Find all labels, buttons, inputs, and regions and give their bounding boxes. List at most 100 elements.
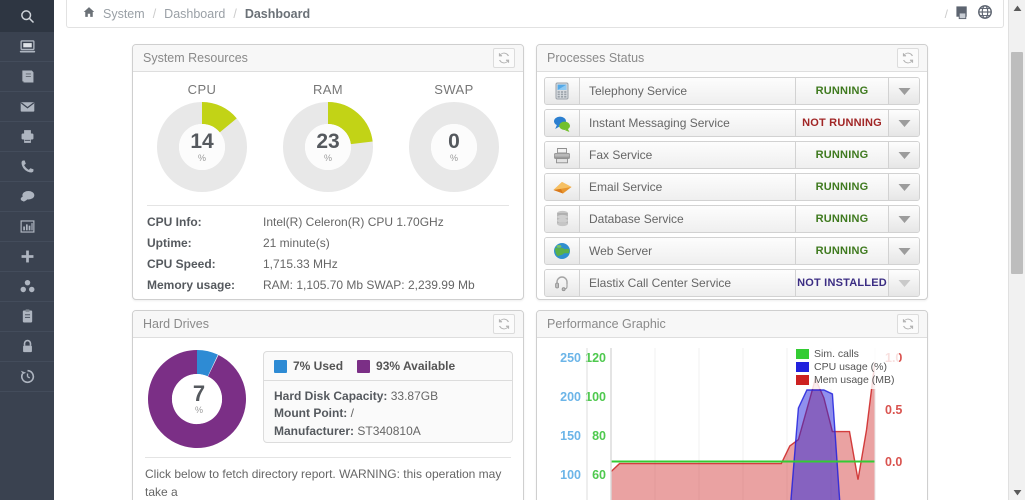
refresh-button-performance-graphic[interactable]	[897, 314, 919, 334]
system-info-row: Uptime: 21 minute(s)	[147, 236, 509, 250]
svg-text:120: 120	[585, 351, 606, 365]
refresh-button-hard-drives[interactable]	[493, 314, 515, 334]
sidebar-item-fax[interactable]	[0, 122, 54, 152]
home-icon[interactable]	[83, 6, 95, 21]
gauge-value-group: 23 %	[282, 101, 374, 193]
svg-text:0.0: 0.0	[885, 455, 902, 469]
window-icon[interactable]	[955, 5, 970, 23]
sidebar-item-im[interactable]	[0, 182, 54, 212]
chevron-down-icon[interactable]	[889, 174, 919, 200]
sidebar-item-extras[interactable]	[0, 242, 54, 272]
legend-label: CPU usage (%)	[814, 361, 887, 373]
panel-title: Processes Status	[547, 51, 645, 65]
svg-text:200: 200	[560, 390, 581, 404]
info-key: CPU Speed:	[147, 257, 216, 271]
lock-icon	[22, 339, 32, 353]
hard-drive-note: Click below to fetch directory report. W…	[145, 457, 511, 500]
bar-chart-icon	[20, 220, 34, 233]
breadcrumb: System / Dashboard / Dashboard	[67, 6, 945, 21]
info-value: 1,715.33 MHz	[263, 257, 338, 271]
legend-item: Sim. calls	[796, 348, 895, 360]
phone-icon	[21, 160, 33, 173]
table-row[interactable]: Email Service RUNNING	[544, 173, 920, 201]
chevron-down-icon[interactable]	[889, 206, 919, 232]
breadcrumb-item-2: Dashboard	[244, 6, 311, 21]
sidebar-item-system[interactable]	[0, 32, 54, 62]
legend-item-available: 93% Available	[357, 359, 455, 373]
gauge-donut: 14 %	[156, 101, 248, 193]
chevron-down-icon[interactable]	[889, 142, 919, 168]
donut-center: 7 %	[143, 347, 255, 451]
status-badge: NOT RUNNING	[796, 110, 889, 136]
sidebar-item-agenda[interactable]	[0, 62, 54, 92]
table-row[interactable]: Fax Service RUNNING	[544, 141, 920, 169]
gauge-ram: RAM 23 %	[272, 82, 384, 193]
table-row[interactable]: Web Server RUNNING	[544, 237, 920, 265]
sidebar-item-pbx[interactable]	[0, 152, 54, 182]
scroll-up-button[interactable]	[1009, 0, 1025, 16]
table-row[interactable]: Elastix Call Center Service NOT INSTALLE…	[544, 269, 920, 297]
panel-header: Hard Drives	[133, 311, 523, 338]
breadcrumb-separator: /	[233, 6, 237, 21]
chevron-down-icon[interactable]	[889, 110, 919, 136]
sidebar-item-reports[interactable]	[0, 212, 54, 242]
system-info-row: CPU Info: Intel(R) Celeron(R) CPU 1.70GH…	[147, 215, 509, 229]
chevron-down-icon[interactable]	[889, 78, 919, 104]
gauge-unit: %	[323, 153, 332, 163]
table-row[interactable]: Instant Messaging Service NOT RUNNING	[544, 109, 920, 137]
sidebar-item-addons[interactable]	[0, 272, 54, 302]
fact-row: Manufacturer: ST340810A	[274, 423, 502, 440]
chart-legend: Sim. calls CPU usage (%) Mem usage (MB)	[792, 346, 899, 389]
scroll-down-button[interactable]	[1009, 484, 1025, 500]
headset-icon	[545, 270, 580, 296]
gauge-value: 23	[316, 130, 340, 153]
chevron-up-icon	[1013, 5, 1021, 11]
status-badge: NOT INSTALLED	[796, 270, 889, 296]
svg-text:100: 100	[585, 390, 606, 404]
fact-value: ST340810A	[357, 423, 421, 438]
refresh-icon	[902, 318, 914, 330]
legend-item: Mem usage (MB)	[796, 374, 895, 386]
panel-title: Hard Drives	[143, 317, 209, 331]
vertical-scrollbar[interactable]	[1008, 0, 1025, 500]
sidebar-item-tools[interactable]	[0, 302, 54, 332]
table-row[interactable]: Telephony Service RUNNING	[544, 77, 920, 105]
envelope-icon	[545, 174, 580, 200]
refresh-button-system-resources[interactable]	[493, 48, 515, 68]
fact-value: /	[350, 406, 354, 421]
globe-icon[interactable]	[977, 4, 993, 23]
refresh-icon	[498, 318, 510, 330]
table-row[interactable]: Database Service RUNNING	[544, 205, 920, 233]
clipboard-icon	[22, 309, 32, 323]
gauge-donut: 0 %	[408, 101, 500, 193]
sidebar-item-history[interactable]	[0, 362, 54, 392]
plus-icon	[21, 250, 33, 263]
legend-swatch	[357, 359, 371, 373]
main-content: System Resources CPU 14 % RAM 23 % SWAP …	[66, 28, 1004, 500]
legend-swatch	[796, 349, 809, 359]
sidebar	[0, 0, 54, 500]
printer-icon	[545, 142, 580, 168]
sidebar-item-security[interactable]	[0, 332, 54, 362]
fact-row: Mount Point: /	[274, 405, 502, 422]
fact-key: Mount Point:	[274, 406, 348, 421]
database-icon	[545, 206, 580, 232]
scrollbar-thumb[interactable]	[1011, 52, 1023, 274]
breadcrumb-item-0[interactable]: System	[103, 7, 145, 21]
panel-performance-graphic: Performance Graphic 25020015010050120100…	[536, 310, 928, 500]
breadcrumb-item-1[interactable]: Dashboard	[164, 7, 225, 21]
svg-text:80: 80	[592, 429, 606, 443]
status-badge: RUNNING	[796, 238, 889, 264]
sidebar-search-button[interactable]	[0, 0, 54, 32]
legend-label: 7% Used	[293, 359, 344, 373]
legend-swatch	[796, 362, 809, 372]
sidebar-item-email[interactable]	[0, 92, 54, 122]
info-value: 21 minute(s)	[263, 236, 330, 250]
svg-text:0.5: 0.5	[885, 403, 902, 417]
chevron-down-icon[interactable]	[889, 238, 919, 264]
gauge-cpu: CPU 14 %	[146, 82, 258, 193]
fact-key: Hard Disk Capacity:	[274, 389, 388, 403]
refresh-button-processes-status[interactable]	[897, 48, 919, 68]
chevron-down-icon[interactable]	[889, 270, 919, 296]
panel-title: System Resources	[143, 51, 248, 65]
